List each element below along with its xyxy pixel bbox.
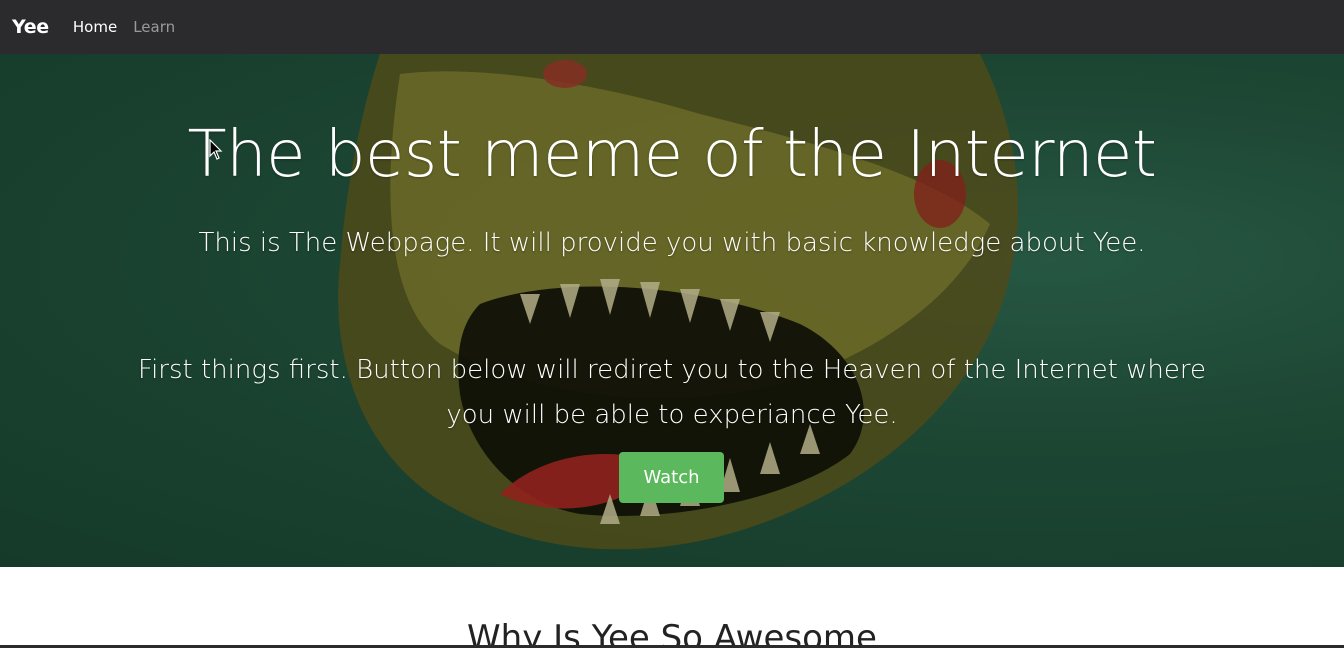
nav-link-home[interactable]: Home bbox=[73, 18, 117, 36]
hero-section: The best meme of the Internet This is Th… bbox=[0, 54, 1344, 567]
nav-link-learn[interactable]: Learn bbox=[133, 18, 175, 36]
hero-description: First things first. Button below will re… bbox=[138, 355, 1206, 430]
mouse-cursor-icon bbox=[209, 139, 223, 160]
section-title: Why Is Yee So Awesome bbox=[467, 618, 877, 648]
brand-logo-link[interactable]: Yee bbox=[12, 16, 49, 38]
hero-title: The best meme of the Internet bbox=[187, 118, 1157, 192]
top-navbar: Yee Home Learn bbox=[0, 0, 1344, 54]
watch-button[interactable]: Watch bbox=[619, 452, 724, 503]
hero-subtitle: This is The Webpage. It will provide you… bbox=[198, 228, 1146, 258]
